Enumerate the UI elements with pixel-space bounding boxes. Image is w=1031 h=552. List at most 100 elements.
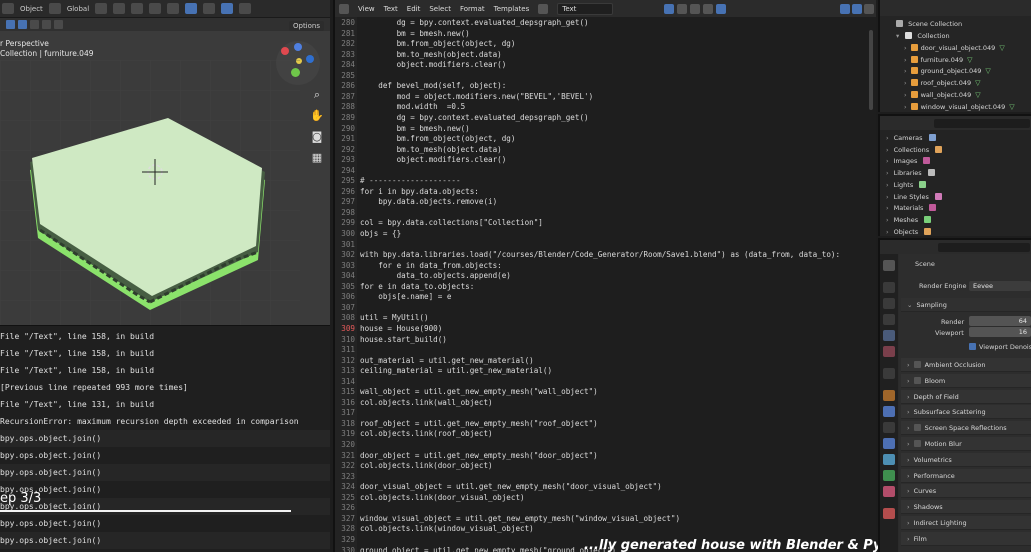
render-engine-dropdown[interactable]: Eevee xyxy=(969,281,1031,291)
code-line[interactable]: 294 xyxy=(335,166,360,177)
property-panel[interactable]: › Volumetrics xyxy=(901,452,1031,467)
code-line[interactable]: 288 mod.width =0.5 xyxy=(335,102,465,113)
options-dropdown[interactable]: Options xyxy=(288,21,324,31)
code-line[interactable]: 325 col.objects.link(door_visual_object) xyxy=(335,493,524,504)
neg-y-axis-icon[interactable] xyxy=(306,55,314,63)
run-script-icon[interactable] xyxy=(716,3,726,14)
expand-arrow-icon[interactable]: › xyxy=(886,134,889,142)
select-box-icon[interactable] xyxy=(6,20,15,29)
scene-collection-row[interactable]: Scene Collection xyxy=(896,19,962,31)
tool-tab-icon[interactable] xyxy=(883,260,895,271)
expand-arrow-icon[interactable]: › xyxy=(904,44,907,52)
shield-icon[interactable] xyxy=(664,3,674,14)
code-line[interactable]: 326 xyxy=(335,503,360,514)
menu-view[interactable]: View xyxy=(358,5,375,13)
code-line[interactable]: 322 col.objects.link(door_object) xyxy=(335,461,492,472)
scene-tab-icon[interactable] xyxy=(883,330,895,341)
expand-arrow-icon[interactable]: › xyxy=(904,67,907,75)
data-block-row[interactable]: › Collections xyxy=(886,145,943,157)
expand-arrow-icon[interactable]: › xyxy=(904,56,907,64)
zoom-icon[interactable]: ⌕ xyxy=(314,88,320,102)
code-line[interactable]: 306 objs[e.name] = e xyxy=(335,292,451,303)
property-panel[interactable]: › Shadows xyxy=(901,500,1031,515)
constraints-tab-icon[interactable] xyxy=(883,454,895,465)
new-text-icon[interactable] xyxy=(677,3,687,14)
property-panel[interactable]: › Subsurface Scattering xyxy=(901,405,1031,420)
word-wrap-icon[interactable] xyxy=(852,3,862,14)
object-tab-icon[interactable] xyxy=(883,390,895,401)
text-browse-icon[interactable] xyxy=(538,3,549,14)
close-icon[interactable] xyxy=(703,3,713,14)
outliner-object-row[interactable]: › roof_object.049 ▽ xyxy=(904,78,981,90)
code-line[interactable]: 296 for i in bpy.data.objects: xyxy=(335,187,479,198)
gizmo-icon[interactable] xyxy=(149,3,162,14)
panel-checkbox[interactable] xyxy=(913,440,921,447)
menu-select[interactable]: Select xyxy=(429,5,451,13)
particles-tab-icon[interactable] xyxy=(883,422,895,433)
code-line[interactable]: 308 util = MyUtil() xyxy=(335,313,428,324)
transform-orientation-dropdown[interactable]: Global xyxy=(67,5,89,13)
code-line[interactable]: 316 col.objects.link(wall_object) xyxy=(335,398,492,409)
code-line[interactable]: 303 for e in data_from.objects: xyxy=(335,261,501,272)
ortho-grid-icon[interactable]: ▦ xyxy=(312,151,322,165)
property-panel[interactable]: › Film xyxy=(901,531,1031,546)
code-line[interactable]: 321 door_object = util.get_new_empty_mesh… xyxy=(335,451,597,462)
select-extend-icon[interactable] xyxy=(30,20,39,29)
view-layer-tab-icon[interactable] xyxy=(883,314,895,325)
data-block-row[interactable]: › Line Styles xyxy=(886,192,942,204)
code-line[interactable]: 327 window_visual_object = util.get_new_e… xyxy=(335,514,680,525)
code-line[interactable]: 315 wall_object = util.get_new_empty_mesh… xyxy=(335,387,597,398)
code-line[interactable]: 312 out_material = util.get_new_material(… xyxy=(335,356,533,367)
code-line[interactable]: 300 objs = {} xyxy=(335,229,401,240)
proportional-edit-icon[interactable] xyxy=(131,3,144,14)
expand-arrow-icon[interactable]: › xyxy=(904,103,907,111)
outliner[interactable]: Scene Collection ▾ Collection › door_visu… xyxy=(878,0,1031,112)
select-mode-icon[interactable] xyxy=(18,20,27,29)
code-line[interactable]: 298 xyxy=(335,208,360,219)
code-line[interactable]: 313 ceiling_material = util.get_new_mater… xyxy=(335,366,552,377)
select-invert-icon[interactable] xyxy=(54,20,63,29)
property-panel[interactable]: › Motion Blur xyxy=(901,437,1031,451)
code-line[interactable]: 323 xyxy=(335,472,360,483)
pan-hand-icon[interactable]: ✋ xyxy=(310,109,324,123)
3d-viewport[interactable]: Object Global Options r Perspective Coll… xyxy=(0,0,330,325)
code-line[interactable]: 310 house.start_build() xyxy=(335,335,447,346)
code-line[interactable]: 287 mod = object.modifiers.new("BEVEL",'… xyxy=(335,92,593,103)
panel-checkbox[interactable] xyxy=(913,376,921,384)
code-line[interactable]: 311 xyxy=(335,345,360,356)
expand-arrow-icon[interactable]: › xyxy=(886,193,889,201)
code-line[interactable]: 284 object.modifiers.clear() xyxy=(335,60,506,71)
physics-tab-icon[interactable] xyxy=(883,438,895,449)
code-line[interactable]: 319 col.objects.link(roof_object) xyxy=(335,429,492,440)
code-line[interactable]: 314 xyxy=(335,377,360,388)
material-tab-icon[interactable] xyxy=(883,486,895,497)
property-panel[interactable]: › Curves xyxy=(901,484,1031,499)
data-block-row[interactable]: › Meshes xyxy=(886,215,932,227)
viewport-samples-field[interactable]: 16 xyxy=(969,327,1031,337)
code-line[interactable]: 293 object.modifiers.clear() xyxy=(335,155,506,166)
menu-edit[interactable]: Edit xyxy=(407,5,421,13)
x-axis-icon[interactable] xyxy=(281,47,289,55)
code-line[interactable]: 305 for e in data_to.objects: xyxy=(335,282,474,293)
property-panel[interactable]: › Indirect Lighting xyxy=(901,516,1031,530)
panel-checkbox[interactable] xyxy=(913,361,921,368)
code-line[interactable]: 330 ground_object = util.get_new_empty_me… xyxy=(335,546,616,552)
modifier-tab-icon[interactable] xyxy=(883,406,895,417)
texture-tab-icon[interactable] xyxy=(883,508,895,519)
output-tab-icon[interactable] xyxy=(883,298,895,309)
panel-checkbox[interactable] xyxy=(913,424,921,432)
expand-arrow-icon[interactable]: › xyxy=(886,228,889,236)
editor-scrollbar[interactable] xyxy=(869,30,873,110)
data-search-field[interactable] xyxy=(934,119,1030,128)
code-line[interactable]: 329 xyxy=(335,535,360,546)
line-numbers-icon[interactable] xyxy=(840,3,850,14)
orientation-icon[interactable] xyxy=(48,3,61,14)
data-block-row[interactable]: › Images xyxy=(886,156,931,168)
property-panel[interactable]: › Ambient Occlusion xyxy=(901,358,1031,372)
viewport-denoising-checkbox[interactable]: Viewport Denoising xyxy=(969,343,1031,351)
code-line[interactable]: 304 data_to.objects.append(e) xyxy=(335,271,511,282)
outliner-object-row[interactable]: › wall_object.049 ▽ xyxy=(904,90,981,102)
blend-file-browser[interactable]: › Cameras › Collections › Images › Libraries › Li… xyxy=(878,114,1031,236)
code-line[interactable]: 286 def bevel_mod(self, object): xyxy=(335,81,506,92)
outliner-object-row[interactable]: › door_visual_object.049 ▽ xyxy=(904,43,1005,55)
